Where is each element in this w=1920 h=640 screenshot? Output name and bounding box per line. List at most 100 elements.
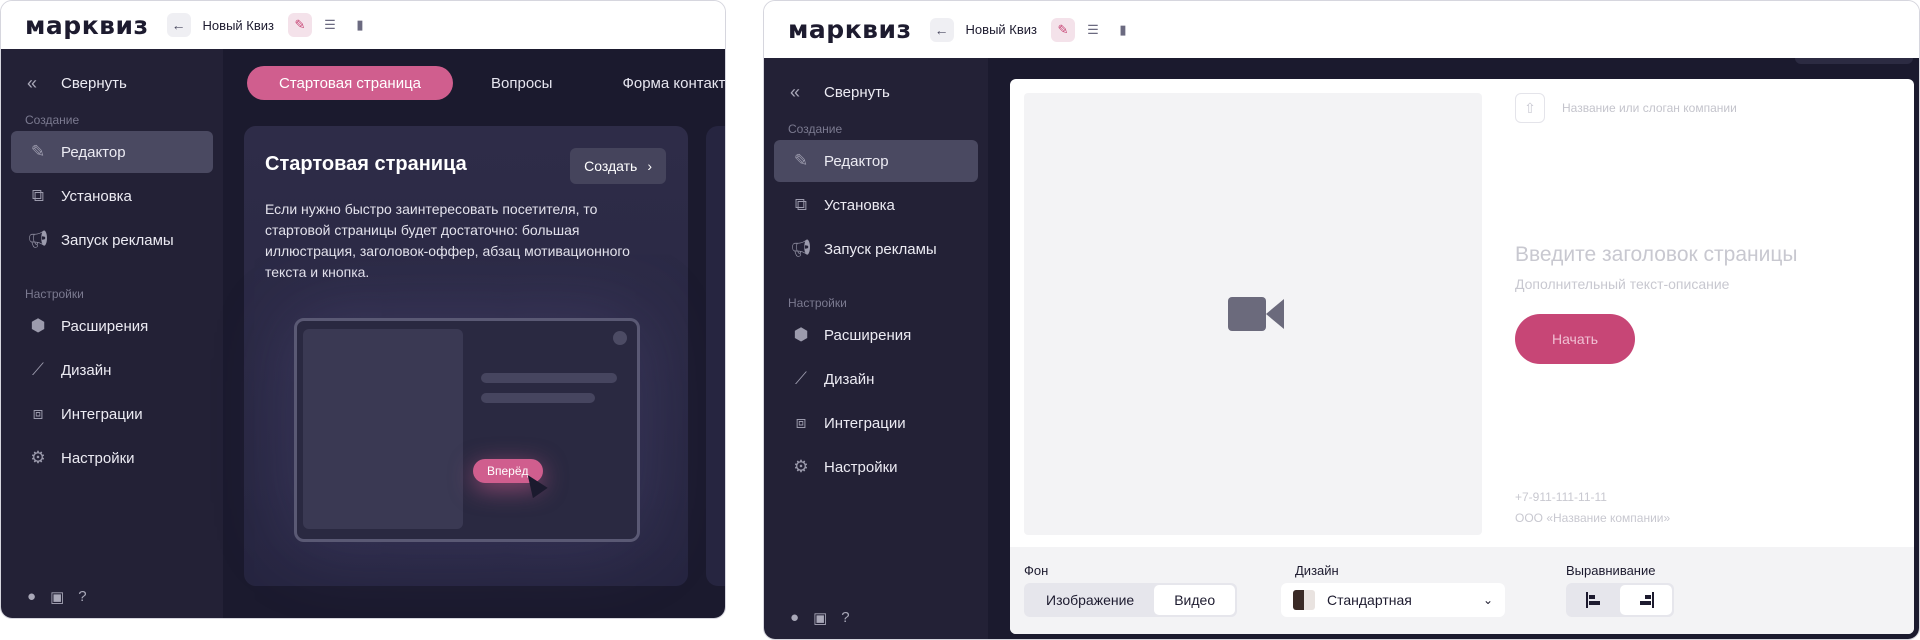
create-button[interactable]: Создать › — [570, 148, 666, 184]
sidebar-item-settings[interactable]: ⚙ Настройки — [11, 437, 213, 479]
bar-chart-icon[interactable]: ▮ — [348, 13, 372, 37]
start-page-preview: ⇧ Название или слоган компании Введите з… — [1010, 79, 1914, 634]
pencil-icon: ✎ — [30, 142, 46, 161]
align-right-option[interactable] — [1620, 585, 1672, 615]
start-button[interactable]: Начать — [1515, 314, 1635, 364]
pencil-icon: ✎ — [793, 151, 809, 170]
background-video-option[interactable]: Видео — [1154, 585, 1236, 615]
design-thumbnail — [1293, 590, 1315, 610]
background-label: Фон — [1024, 563, 1049, 578]
list-icon[interactable]: ☰ — [1081, 18, 1105, 42]
sidebar-item-install[interactable]: ⧉ Установка — [11, 175, 213, 217]
main-content: ⇧ Название или слоган компании Введите з… — [988, 58, 1919, 639]
company-name[interactable]: ООО «Название компании» — [1515, 511, 1670, 525]
chevron-right-icon: › — [647, 158, 652, 174]
sidebar-item-label: Запуск рекламы — [824, 240, 937, 258]
sidebar-item-editor[interactable]: ✎ Редактор — [11, 131, 213, 173]
sidebar: « Свернуть Создание ✎ Редактор ⧉ Установ… — [764, 58, 988, 639]
quiz-title[interactable]: Новый Квиз — [203, 18, 274, 33]
align-right-icon — [1640, 592, 1654, 608]
tab-bar: Стартовая страница Вопросы Форма контакт… — [247, 66, 725, 100]
sidebar-item-label: Настройки — [61, 449, 135, 467]
back-arrow-icon[interactable]: ← — [929, 17, 954, 42]
tab-start-page[interactable]: Стартовая страница — [247, 66, 454, 100]
sidebar-item-editor[interactable]: ✎ Редактор — [774, 140, 978, 182]
help-icon[interactable]: ? — [841, 609, 849, 627]
card-description: Если нужно быстро заинтересовать посетит… — [265, 201, 630, 280]
sidebar-item-label: Дизайн — [824, 370, 875, 388]
double-chevron-left-icon: « — [27, 72, 38, 93]
align-left-icon — [1586, 592, 1600, 608]
design-select[interactable]: Стандартная ⌄ — [1281, 583, 1505, 617]
slogan-placeholder[interactable]: Название или слоган компании — [1562, 101, 1737, 115]
sidebar-item-extensions[interactable]: ⬢ Расширения — [11, 305, 213, 347]
subtext-placeholder[interactable]: Дополнительный текст-описание — [1515, 276, 1729, 292]
megaphone-icon: 📢︎ — [790, 239, 812, 258]
section-settings-heading: Настройки — [25, 287, 84, 301]
background-toggle: Изображение Видео — [1024, 583, 1238, 617]
megaphone-icon: 📢︎ — [27, 230, 49, 249]
sidebar-item-design[interactable]: ⟋ Дизайн — [774, 358, 978, 400]
collapse-sidebar-button[interactable]: « Свернуть — [1, 63, 223, 103]
align-left-option[interactable] — [1568, 585, 1620, 615]
illustration-text-line — [481, 393, 595, 403]
background-image-option[interactable]: Изображение — [1026, 585, 1154, 615]
lightbulb-icon[interactable]: ● — [790, 609, 799, 627]
section-settings-heading: Настройки — [788, 296, 847, 310]
video-camera-icon — [1228, 297, 1284, 331]
sidebar-item-ads[interactable]: 📢︎ Запуск рекламы — [774, 228, 978, 270]
list-icon[interactable]: ☰ — [318, 13, 342, 37]
logo-upload-icon[interactable]: ⇧ — [1515, 93, 1545, 123]
video-placeholder[interactable] — [1024, 93, 1482, 535]
double-chevron-left-icon: « — [790, 81, 801, 102]
illustration-dot — [613, 331, 627, 345]
pencil-icon[interactable]: ✎ — [288, 13, 312, 37]
top-bar: марквиз ← Новый Квиз ✎ ☰ ▮ — [764, 1, 1919, 58]
tab-contact-form[interactable]: Форма контактов — [590, 66, 725, 100]
folder-upload-icon[interactable]: ▣ — [50, 588, 64, 606]
sidebar-item-install[interactable]: ⧉ Установка — [774, 184, 978, 226]
top-bar: марквиз ← Новый Квиз ✎ ☰ ▮ — [1, 1, 725, 49]
pencil-icon[interactable]: ✎ — [1051, 17, 1075, 42]
install-icon: ⧉ — [31, 186, 45, 205]
sidebar-item-label: Редактор — [61, 143, 126, 161]
sidebar-footer: ● ▣ ? — [27, 588, 87, 606]
app-logo[interactable]: марквиз — [25, 11, 149, 40]
sidebar-item-integrations[interactable]: ⧈ Интеграции — [11, 393, 213, 435]
sidebar-item-label: Дизайн — [61, 361, 112, 379]
quiz-title[interactable]: Новый Квиз — [966, 22, 1037, 37]
gear-icon: ⚙ — [30, 448, 46, 467]
top-strip — [1795, 58, 1913, 64]
help-icon[interactable]: ? — [78, 588, 86, 606]
sidebar-item-label: Запуск рекламы — [61, 231, 174, 249]
collapse-sidebar-button[interactable]: « Свернуть — [764, 72, 988, 112]
back-arrow-icon[interactable]: ← — [166, 13, 191, 37]
sidebar-item-integrations[interactable]: ⧈ Интеграции — [774, 402, 978, 444]
brush-icon: ⟋ — [32, 360, 44, 379]
sidebar-item-ads[interactable]: 📢︎ Запуск рекламы — [11, 219, 213, 261]
card-title: Стартовая страница — [265, 153, 467, 175]
phone-number[interactable]: +7-911-111-11-11 — [1515, 490, 1607, 504]
sidebar-item-settings[interactable]: ⚙ Настройки — [774, 446, 978, 488]
folder-upload-icon[interactable]: ▣ — [813, 609, 827, 627]
sidebar-item-extensions[interactable]: ⬢ Расширения — [774, 314, 978, 356]
collapse-label: Свернуть — [61, 74, 127, 92]
heading-placeholder[interactable]: Введите заголовок страницы — [1515, 243, 1797, 267]
sidebar-item-design[interactable]: ⟋ Дизайн — [11, 349, 213, 391]
sidebar-item-label: Настройки — [824, 458, 898, 476]
sidebar-item-label: Расширения — [824, 326, 912, 344]
lightbulb-icon[interactable]: ● — [27, 588, 36, 606]
alignment-toggle — [1566, 583, 1674, 617]
sidebar-item-label: Интеграции — [824, 414, 906, 432]
tab-questions[interactable]: Вопросы — [459, 66, 584, 100]
alignment-label: Выравнивание — [1566, 563, 1656, 578]
brush-icon: ⟋ — [795, 369, 807, 388]
puzzle-tag-icon: ⬢ — [30, 316, 46, 335]
install-icon: ⧉ — [794, 195, 808, 214]
app-logo[interactable]: марквиз — [788, 15, 912, 44]
bar-chart-icon[interactable]: ▮ — [1111, 18, 1135, 42]
sidebar: « Свернуть Создание ✎ Редактор ⧉ Установ… — [1, 49, 223, 618]
gear-icon: ⚙ — [793, 457, 809, 476]
design-label: Дизайн — [1295, 563, 1339, 578]
section-create-heading: Создание — [788, 122, 843, 136]
